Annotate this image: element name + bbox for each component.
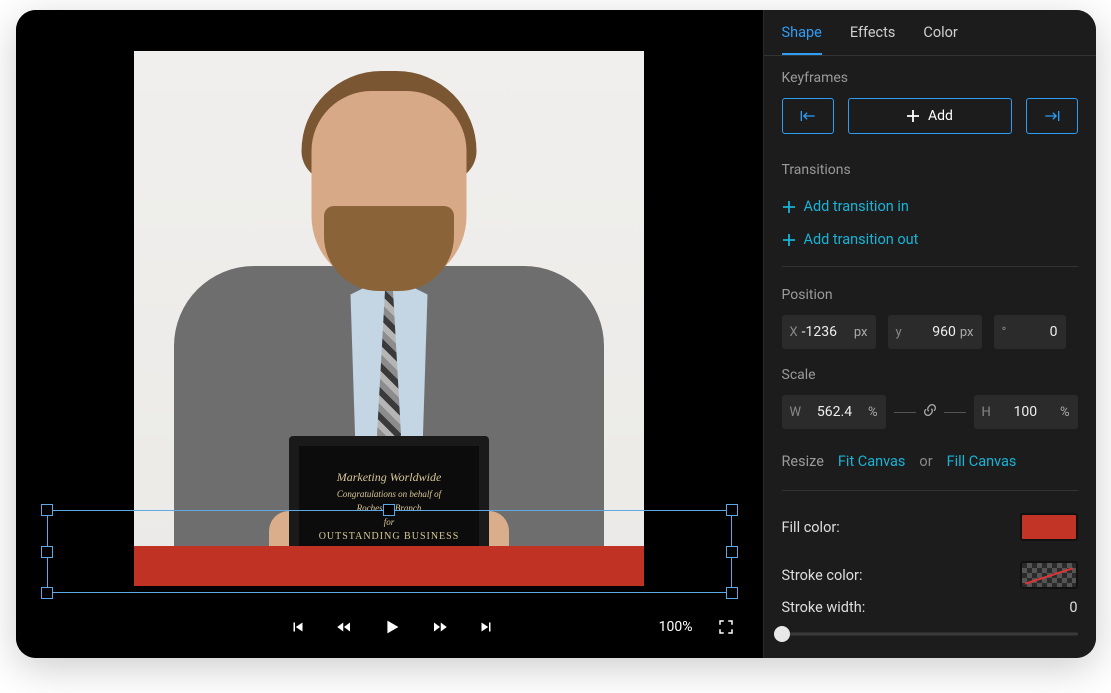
y-prefix: y (896, 325, 902, 340)
stroke-color-swatch[interactable] (1020, 561, 1078, 589)
fill-color-label: Fill color: (782, 519, 840, 536)
arrow-to-start-icon (798, 108, 818, 124)
add-transition-in-label: Add transition in (804, 198, 909, 215)
prev-keyframe-button[interactable] (782, 98, 834, 134)
rotation-field[interactable]: ° 0 (994, 315, 1066, 349)
plaque-line: for (307, 517, 471, 527)
deg-value: 0 (1010, 324, 1057, 340)
position-y-field[interactable]: y 960 px (888, 315, 982, 349)
add-transition-out-label: Add transition out (804, 231, 919, 248)
resize-handle-mid-right[interactable] (726, 546, 738, 558)
add-keyframe-label: Add (928, 108, 953, 124)
stroke-color-label: Stroke color: (782, 567, 863, 584)
tab-effects[interactable]: Effects (850, 10, 896, 55)
x-unit: px (854, 325, 868, 340)
arrow-to-end-icon (1042, 108, 1062, 124)
fullscreen-icon (717, 618, 735, 636)
colors-section: Fill color: Stroke color: Stroke width: … (764, 497, 1096, 646)
fit-canvas-button[interactable]: Fit Canvas (838, 453, 906, 470)
position-section: Position X -1236 px y 960 px ° 0 (764, 273, 1096, 353)
stroke-width-label: Stroke width: (782, 599, 866, 616)
plaque-line: Congratulations on behalf of (307, 489, 471, 499)
slider-track (782, 633, 1078, 636)
properties-panel: Shape Effects Color Keyframes Add Transi… (763, 10, 1096, 658)
resize-label: Resize (782, 453, 824, 470)
play-button[interactable] (381, 616, 403, 638)
w-prefix: W (790, 405, 802, 420)
resize-handle-top-left[interactable] (41, 504, 53, 516)
y-unit: px (960, 325, 974, 340)
plus-icon (782, 233, 796, 247)
add-keyframe-button[interactable]: Add (848, 98, 1012, 134)
video-content: Marketing Worldwide Congratulations on b… (134, 51, 644, 586)
w-unit: % (868, 405, 878, 420)
deg-prefix: ° (1002, 325, 1007, 340)
y-value: 960 (906, 324, 956, 340)
stroke-width-slider[interactable] (782, 626, 1078, 642)
add-transition-in-button[interactable]: Add transition in (782, 190, 1078, 223)
scale-section: Scale W 562.4 % H 100 % (764, 353, 1096, 433)
skip-back-button[interactable] (289, 616, 307, 638)
fast-forward-button[interactable] (431, 616, 449, 638)
tab-color[interactable]: Color (923, 10, 957, 55)
h-value: 100 (995, 404, 1056, 420)
keyframes-section: Keyframes Add (764, 56, 1096, 148)
skip-previous-icon (289, 618, 307, 636)
add-transition-out-button[interactable]: Add transition out (782, 223, 1078, 256)
next-keyframe-button[interactable] (1026, 98, 1078, 134)
scale-link-toggle[interactable] (894, 402, 966, 422)
fill-color-swatch[interactable] (1020, 513, 1078, 541)
transitions-label: Transitions (782, 162, 1078, 178)
app-window: Marketing Worldwide Congratulations on b… (16, 10, 1096, 658)
panel-tabs: Shape Effects Color (764, 10, 1096, 56)
plus-icon (782, 200, 796, 214)
x-value: -1236 (802, 324, 850, 340)
h-unit: % (1060, 405, 1070, 420)
preview-pane: Marketing Worldwide Congratulations on b… (16, 10, 763, 658)
video-frame: Marketing Worldwide Congratulations on b… (134, 51, 644, 586)
canvas-area[interactable]: Marketing Worldwide Congratulations on b… (16, 10, 763, 596)
rewind-button[interactable] (335, 616, 353, 638)
fast-forward-icon (431, 618, 449, 636)
plaque-line: OUTSTANDING BUSINESS (307, 531, 471, 542)
skip-next-icon (477, 618, 495, 636)
resize-or: or (919, 453, 932, 470)
zoom-level[interactable]: 100% (659, 619, 693, 635)
play-icon (381, 616, 403, 638)
h-prefix: H (982, 405, 991, 420)
rewind-icon (335, 618, 353, 636)
position-x-field[interactable]: X -1236 px (782, 315, 876, 349)
fill-canvas-button[interactable]: Fill Canvas (947, 453, 1017, 470)
w-value: 562.4 (805, 404, 864, 420)
link-icon (922, 402, 938, 422)
fullscreen-button[interactable] (717, 618, 735, 636)
scale-height-field[interactable]: H 100 % (974, 395, 1078, 429)
plaque-line: Rochester Branch (307, 503, 471, 513)
stroke-width-value: 0 (1069, 599, 1077, 616)
playback-bar: 100% (16, 596, 763, 658)
transitions-section: Transitions Add transition in Add transi… (764, 148, 1096, 260)
plus-icon (906, 109, 920, 123)
resize-handle-mid-left[interactable] (41, 546, 53, 558)
resize-handle-top-right[interactable] (726, 504, 738, 516)
position-label: Position (782, 287, 1078, 303)
scale-label: Scale (782, 367, 1078, 383)
plaque-title: Marketing Worldwide (307, 470, 471, 485)
tab-shape[interactable]: Shape (782, 10, 822, 55)
slider-thumb[interactable] (774, 626, 790, 642)
skip-forward-button[interactable] (477, 616, 495, 638)
red-overlay-bar (134, 546, 644, 586)
resize-section: Resize Fit Canvas or Fill Canvas (764, 433, 1096, 484)
keyframes-label: Keyframes (782, 70, 1078, 86)
scale-width-field[interactable]: W 562.4 % (782, 395, 886, 429)
x-prefix: X (790, 325, 798, 340)
